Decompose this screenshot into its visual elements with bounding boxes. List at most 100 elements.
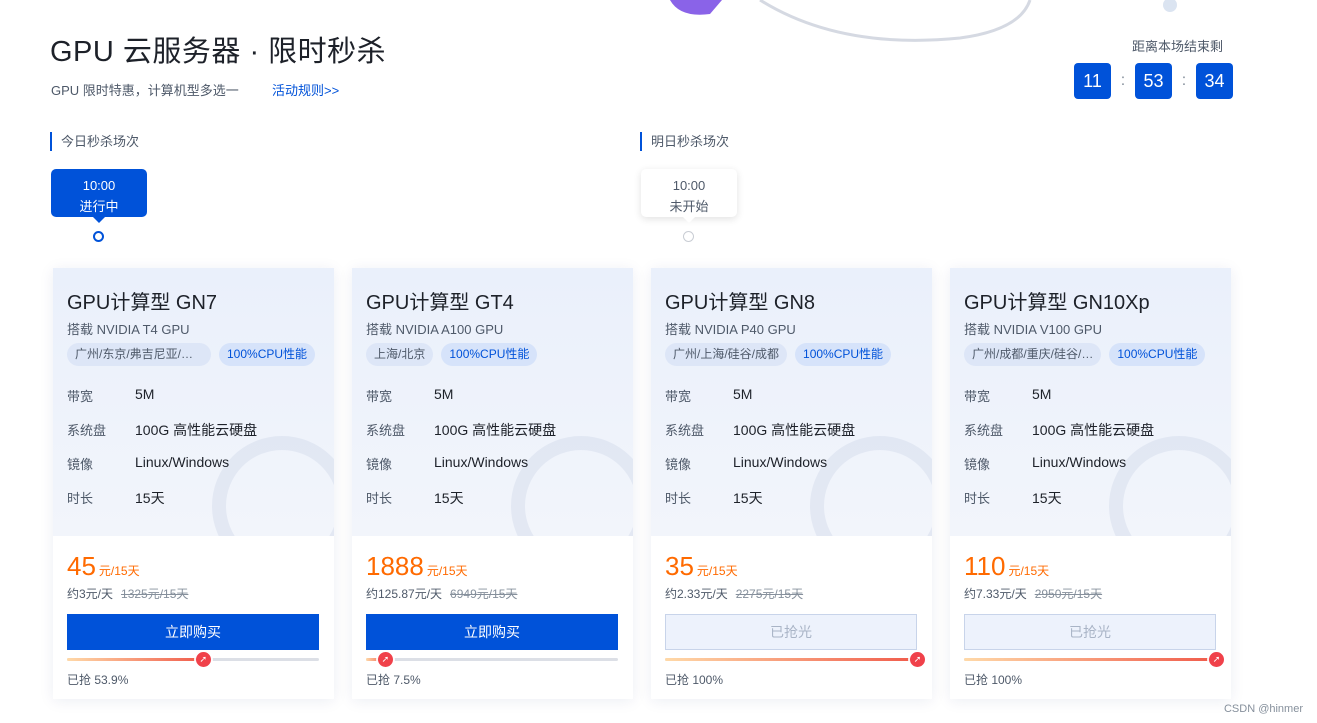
spec-value: 100G 高性能云硬盘 xyxy=(434,422,557,438)
session-tomorrow-1000[interactable]: 10:00 未开始 xyxy=(641,169,737,223)
watermark-logo-icon xyxy=(511,436,633,536)
spec-value: 100G 高性能云硬盘 xyxy=(733,422,856,438)
spec-row-duration: 时长 15天 xyxy=(67,488,165,508)
gpu-model: 搭载 NVIDIA V100 GPU xyxy=(964,322,1102,337)
timeline-dot-active xyxy=(93,231,104,242)
spec-label: 镜像 xyxy=(964,457,991,472)
spec-row-disk: 系统盘 100G 高性能云硬盘 xyxy=(67,420,257,440)
product-card: GPU计算型 GN8 搭载 NVIDIA P40 GPU 广州/上海/硅谷/成都… xyxy=(651,268,932,699)
spec-row-disk: 系统盘 100G 高性能云硬盘 xyxy=(665,420,855,440)
product-name: GPU计算型 GN8 xyxy=(665,292,816,314)
watermark-logo-icon xyxy=(1109,436,1231,536)
original-price: 1325元/15天 xyxy=(121,587,189,601)
spec-label: 时长 xyxy=(366,491,393,506)
price-value: 45 xyxy=(67,551,96,581)
rocket-icon: ➚ xyxy=(1209,652,1224,667)
countdown-separator: : xyxy=(1120,72,1126,89)
spec-value: 15天 xyxy=(135,490,165,506)
countdown-timer: 11 : 53 : 34 xyxy=(1074,63,1233,99)
price-per-day: 约3元/天 1325元/15天 xyxy=(67,585,188,602)
banner-decoration xyxy=(670,0,1177,42)
card-spec-panel: GPU计算型 GN8 搭载 NVIDIA P40 GPU 广州/上海/硅谷/成都… xyxy=(651,268,932,536)
rocket-icon: ➚ xyxy=(377,652,393,667)
spec-value: 5M xyxy=(1032,386,1052,402)
tomorrow-session-label: 明日秒杀场次 xyxy=(640,132,729,151)
tag-list: 上海/北京 100%CPU性能 xyxy=(366,343,545,366)
performance-tag: 100%CPU性能 xyxy=(795,343,892,366)
spec-value: Linux/Windows xyxy=(434,454,529,470)
performance-tag: 100%CPU性能 xyxy=(219,343,316,366)
spec-row-bandwidth: 带宽 5M xyxy=(964,386,1051,405)
region-tag: 广州/上海/硅谷/成都 xyxy=(665,343,788,366)
spec-value: 15天 xyxy=(733,490,763,506)
spec-label: 镜像 xyxy=(665,457,692,472)
gpu-model: 搭载 NVIDIA T4 GPU xyxy=(67,322,190,337)
gpu-model: 搭载 NVIDIA P40 GPU xyxy=(665,322,796,337)
spec-row-duration: 时长 15天 xyxy=(665,488,763,508)
grabbed-percentage: 已抢 100% xyxy=(665,673,724,687)
session-today-1000[interactable]: 10:00 进行中 xyxy=(51,169,147,223)
original-price: 2950元/15天 xyxy=(1034,587,1103,601)
buy-now-button[interactable]: 立即购买 xyxy=(366,614,618,650)
spec-value: 15天 xyxy=(1032,490,1062,506)
progress-fill xyxy=(665,658,917,661)
spec-row-image: 镜像 Linux/Windows xyxy=(665,454,827,473)
product-card: GPU计算型 GN10Xp 搭载 NVIDIA V100 GPU 广州/成都/重… xyxy=(950,268,1231,699)
spec-label: 带宽 xyxy=(67,389,94,404)
sales-progress-bar: ➚ xyxy=(964,652,1224,667)
gpu-model: 搭载 NVIDIA A100 GPU xyxy=(366,322,504,337)
region-tag: 广州/成都/重庆/硅谷/… xyxy=(964,343,1102,366)
spec-label: 时长 xyxy=(67,491,94,506)
price-per-day: 约2.33元/天 2275元/15天 xyxy=(665,585,803,602)
spec-label: 带宽 xyxy=(964,389,991,404)
buy-now-button[interactable]: 立即购买 xyxy=(67,614,319,650)
spec-label: 镜像 xyxy=(67,457,94,472)
daily-price: 约125.87元/天 xyxy=(366,587,443,601)
spec-label: 时长 xyxy=(964,491,991,506)
price-value: 110 xyxy=(964,551,1006,581)
original-price: 6949元/15天 xyxy=(450,587,518,601)
performance-tag: 100%CPU性能 xyxy=(441,343,538,366)
spec-label: 系统盘 xyxy=(665,423,705,438)
sold-out-button[interactable]: 已抢光 xyxy=(665,614,917,650)
tag-list: 广州/上海/硅谷/成都 100%CPU性能 xyxy=(665,343,899,366)
spec-row-bandwidth: 带宽 5M xyxy=(366,386,453,405)
csdn-watermark: CSDN @hinmer xyxy=(1223,703,1303,715)
sales-progress-bar: ➚ xyxy=(67,652,319,667)
spec-row-disk: 系统盘 100G 高性能云硬盘 xyxy=(964,420,1154,440)
countdown-label: 距离本场结束剩 xyxy=(1132,39,1224,54)
sales-progress-bar: ➚ xyxy=(366,652,618,667)
today-session-label: 今日秒杀场次 xyxy=(50,132,139,151)
spec-label: 镜像 xyxy=(366,457,393,472)
original-price: 2275元/15天 xyxy=(735,587,804,601)
countdown-hours: 11 xyxy=(1074,63,1111,99)
product-card: GPU计算型 GN7 搭载 NVIDIA T4 GPU 广州/东京/弗吉尼亚/曼… xyxy=(53,268,334,699)
activity-rules-link[interactable]: 活动规则>> xyxy=(272,80,339,99)
price-unit: 元/15天 xyxy=(98,564,140,578)
session-time: 10:00 xyxy=(82,178,116,193)
spec-label: 带宽 xyxy=(366,389,393,404)
daily-price: 约3元/天 xyxy=(67,587,114,601)
countdown-seconds: 34 xyxy=(1196,63,1233,99)
spec-row-image: 镜像 Linux/Windows xyxy=(67,454,229,473)
spec-value: Linux/Windows xyxy=(733,454,828,470)
spec-row-duration: 时长 15天 xyxy=(964,488,1062,508)
session-status: 进行中 xyxy=(79,199,119,214)
daily-price: 约7.33元/天 xyxy=(964,587,1027,601)
daily-price: 约2.33元/天 xyxy=(665,587,728,601)
session-time: 10:00 xyxy=(672,178,706,193)
progress-fill xyxy=(67,658,203,661)
spec-label: 时长 xyxy=(665,491,692,506)
sold-out-button[interactable]: 已抢光 xyxy=(964,614,1216,650)
product-name: GPU计算型 GN7 xyxy=(67,292,218,314)
price-value: 1888 xyxy=(366,551,424,581)
spec-value: Linux/Windows xyxy=(1032,454,1127,470)
countdown-separator: : xyxy=(1181,72,1187,89)
price-unit: 元/15天 xyxy=(426,564,468,578)
price: 35 元/15天 xyxy=(665,551,738,582)
spec-label: 系统盘 xyxy=(964,423,1004,438)
rocket-icon: ➚ xyxy=(195,652,211,667)
spec-row-duration: 时长 15天 xyxy=(366,488,464,508)
timeline-dot-inactive xyxy=(683,231,694,242)
price-unit: 元/15天 xyxy=(1008,564,1050,578)
